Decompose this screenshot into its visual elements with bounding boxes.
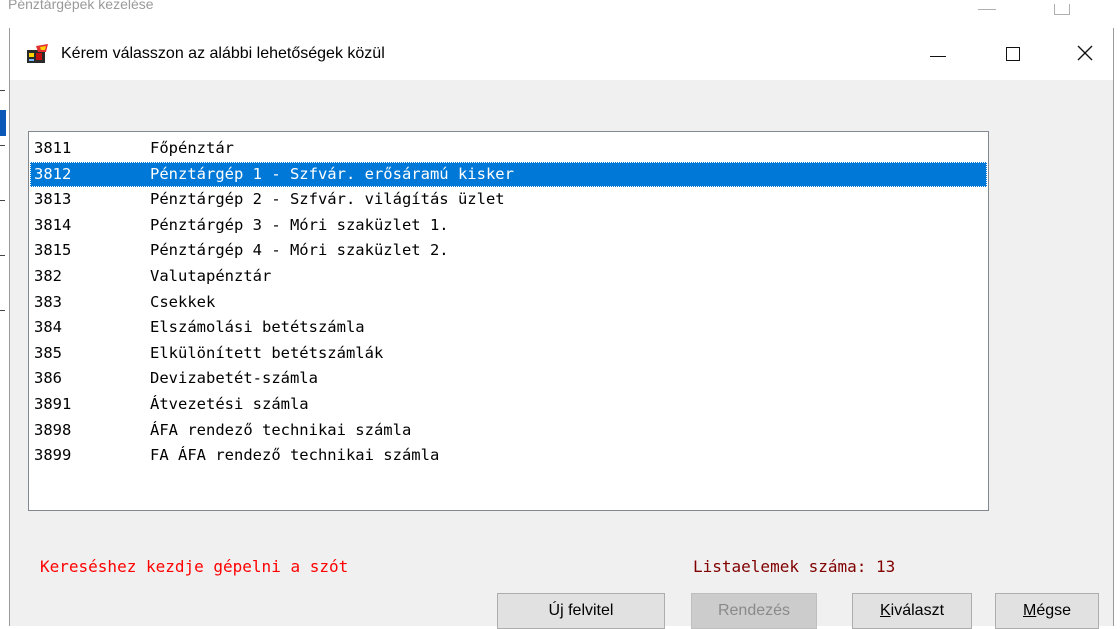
background-tick	[0, 90, 5, 91]
list-item-code: 382	[34, 267, 62, 285]
list-item-code: 3814	[34, 215, 72, 234]
list-item[interactable]: 385 Elkülönített betétszámlák	[30, 341, 987, 366]
background-maximize-icon[interactable]	[1054, 4, 1070, 15]
selection-dialog: Kérem válasszon az alábbi lehetőségek kö…	[9, 28, 1114, 629]
list-item[interactable]: 384 Elszámolási betétszámla	[30, 315, 987, 340]
background-tick	[0, 255, 5, 256]
select-label-accel: K	[879, 602, 891, 619]
list-item-code: 3813	[34, 190, 72, 209]
background-window-title: Pénztárgépek kezelése	[8, 0, 154, 12]
minimize-icon[interactable]	[906, 28, 968, 80]
list-item-code: 3811	[34, 139, 72, 157]
list-item-code: 386	[34, 369, 62, 388]
list-item[interactable]: 3811 Főpénztár	[30, 136, 987, 161]
dialog-titlebar[interactable]: Kérem válasszon az alábbi lehetőségek kö…	[10, 28, 1113, 80]
list-item-code: 3899	[34, 446, 72, 465]
list-item-name: Devizabetét-számla	[150, 369, 318, 388]
list-item-code: 384	[34, 318, 62, 337]
background-tick	[0, 200, 5, 201]
background-minimize-icon[interactable]	[978, 0, 998, 10]
list-item-code: 3898	[34, 420, 72, 439]
background-window-edge	[0, 110, 6, 136]
background-tick	[0, 145, 5, 146]
list-item-name: Csekkek	[150, 292, 216, 311]
dialog-title: Kérem válasszon az alábbi lehetőségek kö…	[61, 45, 385, 62]
list-item-name: Átvezetési számla	[150, 395, 309, 413]
select-button[interactable]: Kiválaszt	[852, 593, 972, 629]
list-item[interactable]: 3815 Pénztárgép 4 - Móri szaküzlet 2.	[30, 238, 987, 263]
list-item[interactable]: 3812 Pénztárgép 1 - Szfvár. erősáramú kis…	[30, 161, 987, 187]
cancel-label: égse	[1036, 602, 1072, 619]
list-item[interactable]: 386 Devizabetét-számla	[30, 366, 987, 391]
list-item-name: ÁFA rendező technikai számla	[150, 420, 412, 439]
list-item[interactable]: 383 Csekkek	[30, 290, 987, 315]
select-label: iválaszt	[890, 602, 945, 619]
list-item[interactable]: 3899 FA ÁFA rendező technikai számla	[30, 443, 987, 468]
item-count: Listaelemek száma: 13	[693, 557, 896, 576]
new-record-label: Új felvitel	[548, 602, 614, 619]
sort-label: Rendezés	[717, 602, 791, 619]
list-item-name: Pénztárgép 3 - Móri szaküzlet 1.	[150, 215, 449, 234]
maximize-icon[interactable]	[982, 28, 1044, 80]
close-icon[interactable]	[1055, 28, 1117, 80]
list-item[interactable]: 3814 Pénztárgép 3 - Móri szaküzlet 1.	[30, 213, 987, 238]
list-item-code: 3812	[34, 164, 72, 183]
list-item-name: Pénztárgép 1 - Szfvár. erősáramú kisker	[150, 164, 514, 183]
list-item[interactable]: 3813 Pénztárgép 2 - Szfvár. világítás üzl…	[30, 187, 987, 212]
list-item[interactable]: 382 Valutapénztár	[30, 264, 987, 289]
new-record-button[interactable]: Új felvitel	[497, 593, 665, 629]
list-item-name: Pénztárgép 4 - Móri szaküzlet 2.	[150, 241, 449, 260]
cancel-label-accel: M	[1022, 602, 1037, 619]
background-tick	[0, 310, 5, 311]
list-item-name: Valutapénztár	[150, 267, 272, 285]
list-item-name: Elszámolási betétszámla	[150, 318, 365, 337]
list-item-name: Pénztárgép 2 - Szfvár. világítás üzlet	[150, 190, 505, 209]
sort-button[interactable]: Rendezés	[691, 593, 817, 629]
search-hint: Kereséshez kezdje gépelni a szót	[40, 557, 349, 576]
list-item-code: 385	[34, 343, 62, 362]
list-item-name: Főpénztár	[150, 139, 234, 157]
list-item-code: 383	[34, 292, 62, 311]
list-item-name: FA ÁFA rendező technikai számla	[150, 446, 440, 465]
account-listbox[interactable]: 3811 Főpénztár 3812 Pénztárgép 1 - Szfvár. …	[28, 131, 989, 511]
list-item-code: 3815	[34, 241, 72, 260]
cancel-button[interactable]: Mégse	[995, 593, 1099, 629]
list-item-name: Elkülönített betétszámlák	[150, 343, 384, 362]
list-item[interactable]: 3898 ÁFA rendező technikai számla	[30, 418, 987, 443]
list-item[interactable]: 3891 Átvezetési számla	[30, 392, 987, 417]
list-item-code: 3891	[34, 395, 72, 413]
app-icon	[26, 44, 50, 64]
